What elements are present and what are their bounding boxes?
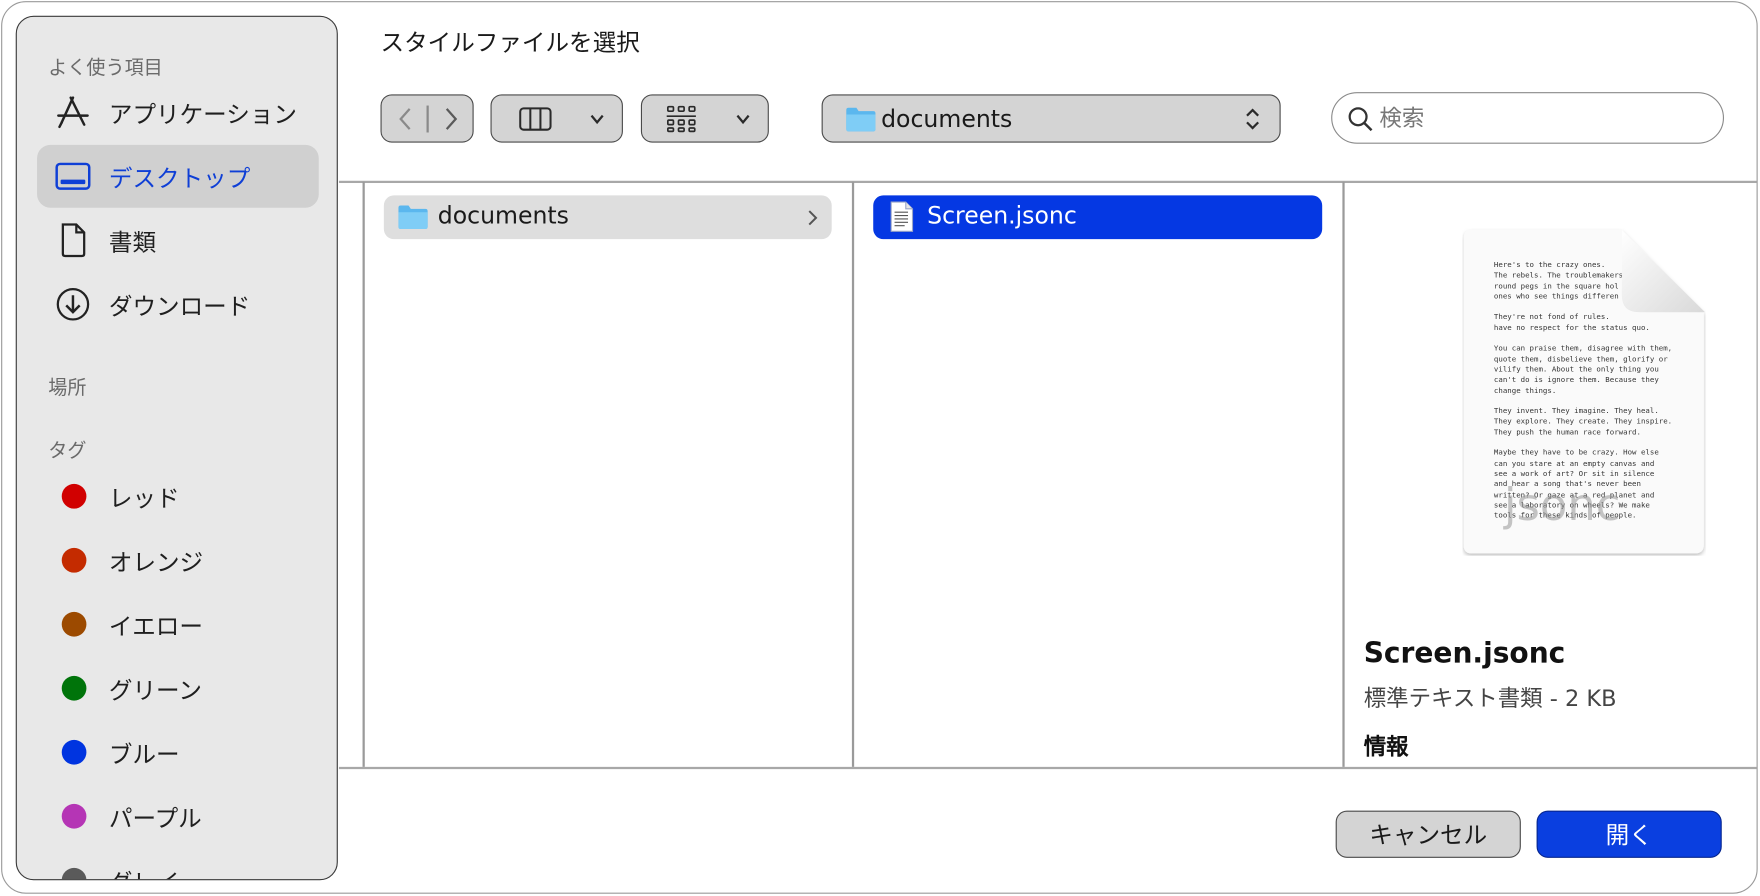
download-icon [56,287,90,321]
browser-bottom-border [338,766,1757,769]
chevron-down-icon [590,114,604,125]
tag-color-dot [61,867,87,880]
sidebar-item-label: ダウンロード [108,293,251,320]
preview-kind-size: 標準テキスト書類 - 2 KB [1363,684,1617,712]
arrange-popup[interactable] [640,94,769,143]
browser-top-border [338,180,1757,183]
sidebar-item-label: レッド [108,485,180,512]
tag-color-dot [61,483,87,509]
grid-icon [666,105,696,133]
tags-header: タグ [48,440,87,463]
cancel-button[interactable]: キャンセル [1335,810,1521,858]
thumbnail-extension: jsonc [1504,479,1621,532]
tag-color-dot [61,803,87,829]
path-label: documents [881,105,1013,133]
sidebar-tag-green[interactable]: グリーン [37,657,319,720]
updown-chevron-icon [1246,108,1260,130]
sidebar-item-label: デスクトップ [108,165,251,192]
sidebar-tag-orange[interactable]: オレンジ [37,529,319,592]
chevron-left-icon[interactable] [394,106,419,133]
tag-color-dot [61,611,87,637]
tag-color-dot [61,547,87,573]
search-field[interactable] [1331,92,1725,144]
folder-icon [398,205,428,230]
sidebar: よく使う項目 アプリケーション デスクトップ 書類 ダウンロード 場所 タグ レ… [15,15,338,881]
sidebar-tag-yellow[interactable]: イエロー [37,593,319,656]
sidebar-item-applications[interactable]: アプリケーション [37,81,319,144]
sidebar-tag-red[interactable]: レッド [37,465,319,528]
favorites-header: よく使う項目 [48,57,163,80]
folder-icon [846,107,876,132]
sidebar-item-documents[interactable]: 書類 [37,209,319,272]
sidebar-item-label: アプリケーション [108,101,297,128]
item-name: documents [437,202,569,230]
view-mode-popup[interactable] [490,94,623,143]
text-file-icon [890,201,914,232]
column-divider[interactable] [1342,181,1345,767]
path-popup[interactable]: documents [821,94,1281,143]
dialog-title: スタイルファイルを選択 [380,29,640,57]
preview-info-header: 情報 [1363,733,1409,761]
sidebar-item-downloads[interactable]: ダウンロード [37,273,319,336]
sidebar-item-desktop[interactable]: デスクトップ [37,144,319,208]
list-item-documents[interactable]: documents [383,195,832,240]
search-icon [1348,107,1373,132]
document-icon [61,223,86,258]
divider [426,105,429,133]
column-view-icon [519,107,552,131]
column-divider[interactable] [362,181,365,767]
preview-file-name: Screen.jsonc [1363,636,1566,670]
open-button[interactable]: 開く [1536,810,1722,858]
page-curl [1621,230,1705,313]
sidebar-item-label: グリーン [108,677,202,704]
sidebar-item-label: イエロー [108,613,203,640]
back-forward-control [380,94,474,143]
tag-color-dot [61,739,87,765]
sidebar-item-label: ブルー [108,741,180,768]
sidebar-tag-gray[interactable]: グレイ [37,849,319,880]
sidebar-item-label: グレイ [109,865,180,879]
item-name: Screen.jsonc [927,202,1077,230]
sidebar-tag-purple[interactable]: パープル [37,785,319,848]
desktop-icon [55,162,91,190]
sidebar-item-label: 書類 [108,229,157,256]
applications-icon [57,96,89,129]
chevron-right-icon [808,210,818,226]
chevron-right-icon[interactable] [438,106,463,133]
search-input[interactable] [1379,102,1705,134]
sidebar-item-label: パープル [108,805,202,832]
sidebar-item-label: オレンジ [108,549,204,576]
tag-color-dot [61,675,87,701]
list-item-screen-jsonc[interactable]: Screen.jsonc [873,195,1323,240]
column-divider[interactable] [851,181,854,767]
locations-header: 場所 [48,377,87,400]
chevron-down-icon [736,114,750,125]
sidebar-tag-blue[interactable]: ブルー [37,721,319,784]
